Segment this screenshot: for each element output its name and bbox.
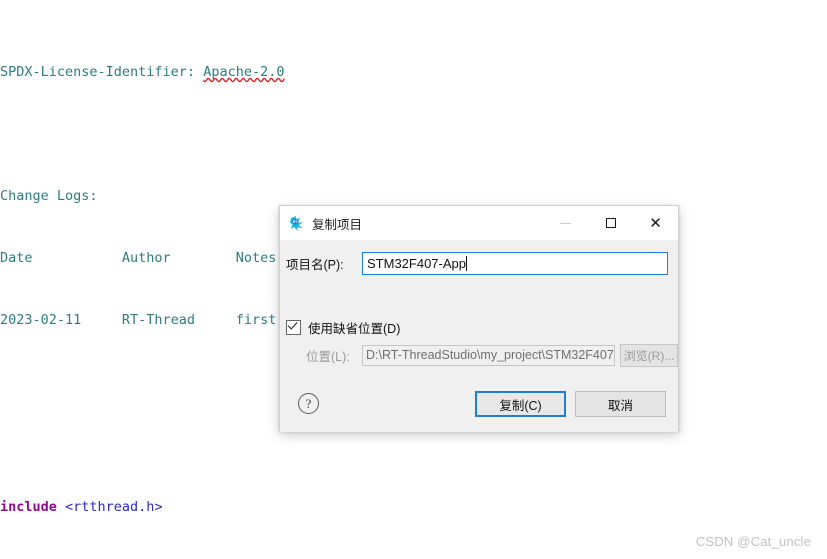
browse-button: 浏览(R)... <box>620 344 678 367</box>
close-button[interactable]: ✕ <box>633 206 678 240</box>
svg-text:RT: RT <box>293 220 299 224</box>
code-line: include <rtthread.h> <box>0 497 827 518</box>
code-line-text: SPDX-License-Identifier: <box>0 64 204 81</box>
rt-thread-logo-icon: RT <box>289 215 305 231</box>
location-input: D:\RT-ThreadStudio\my_project\STM32F407 <box>362 345 615 366</box>
preprocessor-keyword: include <box>0 498 57 515</box>
close-icon: ✕ <box>649 213 662 232</box>
project-name-input[interactable] <box>362 252 668 275</box>
location-row: 位置(L): D:\RT-ThreadStudio\my_project\STM… <box>280 344 678 367</box>
maximize-button[interactable] <box>588 206 633 240</box>
maximize-icon <box>605 218 616 228</box>
watermark: CSDN @Cat_uncle <box>695 534 811 549</box>
dialog-action-buttons: 复制(C) 取消 <box>475 391 666 417</box>
code-line: Change Logs: <box>0 186 827 207</box>
window-controls: ✕ <box>543 206 678 240</box>
dialog-titlebar[interactable]: RT 复制项目 ✕ <box>280 206 678 240</box>
spell-error-token: Apache-2.0 <box>203 64 285 81</box>
copy-confirm-button[interactable]: 复制(C) <box>475 391 566 417</box>
text-caret <box>466 256 467 271</box>
minimize-button[interactable] <box>543 206 588 240</box>
minimize-icon <box>560 222 571 224</box>
help-button[interactable]: ? <box>298 393 319 414</box>
location-label: 位置(L): <box>306 350 350 364</box>
project-name-label: 项目名(P): <box>286 258 344 272</box>
dialog-body: 项目名(P): 使用缺省位置(D) 位置(L): D:\RT-ThreadStu… <box>280 240 678 432</box>
use-default-location-row[interactable]: 使用缺省位置(D) <box>286 318 400 337</box>
include-path: <rtthread.h> <box>56 498 163 515</box>
cancel-button[interactable]: 取消 <box>575 391 666 417</box>
use-default-location-checkbox[interactable] <box>286 320 301 335</box>
code-line-text: Change Logs: <box>0 188 98 205</box>
use-default-location-label: 使用缺省位置(D) <box>308 322 401 336</box>
project-name-row: 项目名(P): <box>280 252 678 275</box>
code-line: SPDX-License-Identifier: Apache-2.0 <box>0 62 827 83</box>
code-line-text: Date Author Notes <box>0 250 277 267</box>
dialog-title: 复制项目 <box>312 217 363 232</box>
copy-project-dialog: RT 复制项目 ✕ 项目名(P): 使用缺省位置(D) <box>279 205 679 432</box>
